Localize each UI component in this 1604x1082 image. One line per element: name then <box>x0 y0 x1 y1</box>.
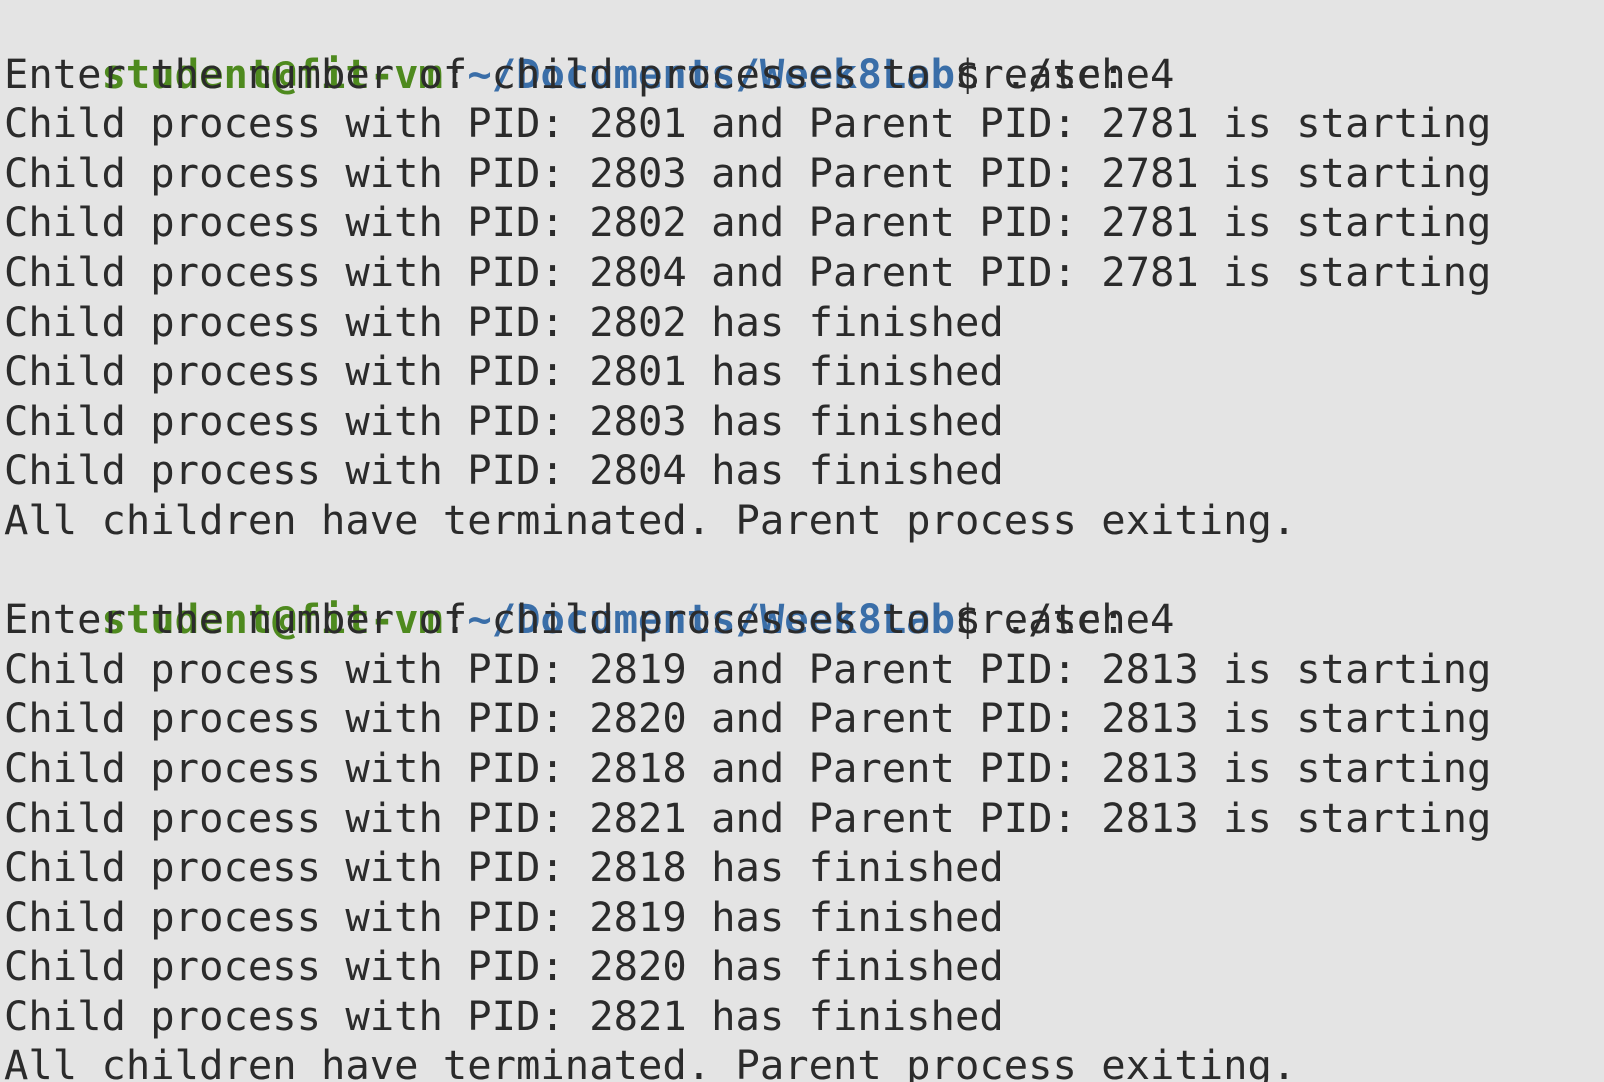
output-line: Child process with PID: 2804 has finishe… <box>4 446 1004 495</box>
shell-prompt-line: student@fit-vm:~/Documents/Week8Lab$ ./s… <box>4 0 1604 98</box>
output-line: Child process with PID: 2820 has finishe… <box>4 942 1004 991</box>
output-line: Child process with PID: 2819 and Parent … <box>4 644 1492 693</box>
output-line: All children have terminated. Parent pro… <box>4 1041 1297 1082</box>
output-line: Child process with PID: 2801 and Parent … <box>4 99 1492 148</box>
output-line: Child process with PID: 2818 has finishe… <box>4 843 1004 892</box>
output-line: Child process with PID: 2821 and Parent … <box>4 793 1492 842</box>
output-line: Child process with PID: 2820 and Parent … <box>4 694 1492 743</box>
output-line: Enter the number of child processes to c… <box>4 595 1175 644</box>
output-line: Child process with PID: 2802 has finishe… <box>4 297 1004 346</box>
output-line: Child process with PID: 2802 and Parent … <box>4 198 1492 247</box>
terminal-window[interactable]: student@fit-vm:~/Documents/Week8Lab$ ./s… <box>0 0 1604 1082</box>
output-line: All children have terminated. Parent pro… <box>4 495 1297 544</box>
output-line: Child process with PID: 2803 has finishe… <box>4 396 1004 445</box>
output-line: Child process with PID: 2821 has finishe… <box>4 991 1004 1040</box>
output-line: Child process with PID: 2804 and Parent … <box>4 247 1492 296</box>
output-line: Child process with PID: 2819 has finishe… <box>4 892 1004 941</box>
shell-prompt-line: student@fit-vm:~/Documents/Week8Lab$ ./s… <box>4 546 1604 643</box>
output-line: Child process with PID: 2818 and Parent … <box>4 743 1492 792</box>
output-line: Enter the number of child processes to c… <box>4 49 1175 98</box>
output-line: Child process with PID: 2801 has finishe… <box>4 347 1004 396</box>
output-line: Child process with PID: 2803 and Parent … <box>4 148 1492 197</box>
